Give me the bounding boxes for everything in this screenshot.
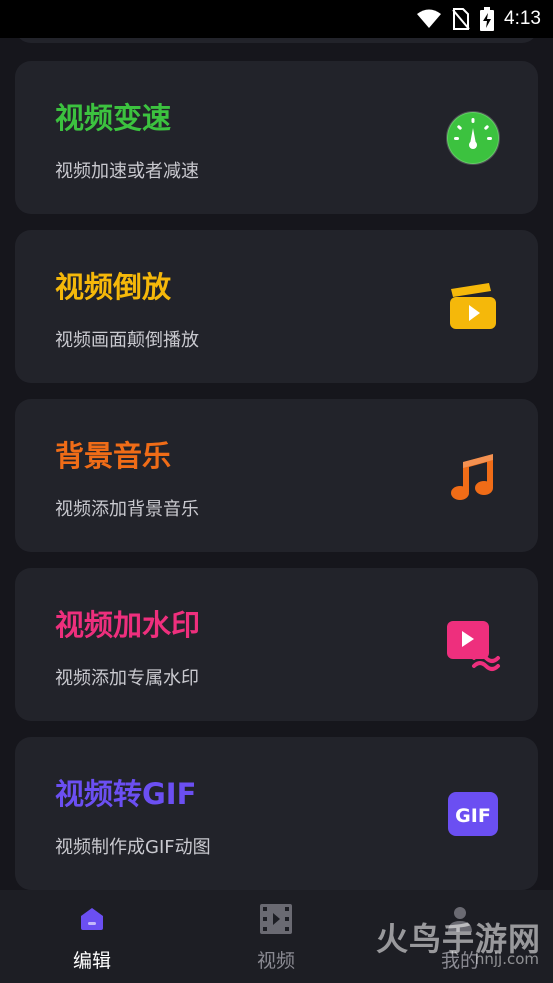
wifi-icon: [417, 9, 442, 28]
feature-list[interactable]: 视频变速 视频加速或者减速 视频倒放 视频画面颠倒播放 背景音乐 视频添加背景音…: [0, 38, 553, 890]
film-icon: [259, 902, 293, 936]
nav-label: 视频: [256, 950, 295, 972]
bottom-navigation: 编辑 视频 我的 火鸟手游网 hnjj.com: [0, 890, 553, 983]
card-subtitle: 视频制作成GIF动图: [55, 837, 211, 858]
card-title: 视频加水印: [55, 608, 201, 642]
video-watermark-icon: [444, 616, 502, 674]
nav-tab-edit[interactable]: 编辑: [32, 902, 152, 973]
no-sim-icon: [452, 8, 470, 30]
feature-card-reverse[interactable]: 视频倒放 视频画面颠倒播放: [15, 230, 538, 383]
svg-text:GIF: GIF: [455, 805, 491, 827]
card-title: 视频变速: [55, 101, 172, 135]
status-bar: 4:13: [0, 0, 553, 38]
gif-icon: GIF: [444, 785, 502, 843]
watermark-domain: hnjj.com: [474, 950, 539, 968]
card-subtitle: 视频画面颠倒播放: [55, 330, 199, 351]
site-watermark: 火鸟手游网 hnjj.com: [376, 914, 541, 968]
feature-card-previous[interactable]: [15, 38, 538, 43]
speedometer-icon: [444, 109, 502, 167]
card-title: 背景音乐: [55, 439, 172, 473]
nav-label: 编辑: [72, 950, 111, 972]
home-icon: [78, 902, 106, 936]
card-title: 视频转GIF: [55, 777, 197, 811]
feature-card-watermark[interactable]: 视频加水印 视频添加专属水印: [15, 568, 538, 721]
music-note-icon: [444, 447, 502, 505]
card-subtitle: 视频添加专属水印: [55, 668, 199, 689]
card-title: 视频倒放: [55, 270, 172, 304]
card-subtitle: 视频添加背景音乐: [55, 499, 199, 520]
card-subtitle: 视频加速或者减速: [55, 161, 199, 182]
feature-card-gif[interactable]: 视频转GIF 视频制作成GIF动图 GIF: [15, 737, 538, 890]
feature-card-speed[interactable]: 视频变速 视频加速或者减速: [15, 61, 538, 214]
feature-card-bgm[interactable]: 背景音乐 视频添加背景音乐: [15, 399, 538, 552]
reverse-play-icon: [444, 278, 502, 336]
clock: 4:13: [504, 8, 541, 29]
battery-charging-icon: [480, 7, 495, 31]
nav-tab-video[interactable]: 视频: [216, 902, 336, 973]
